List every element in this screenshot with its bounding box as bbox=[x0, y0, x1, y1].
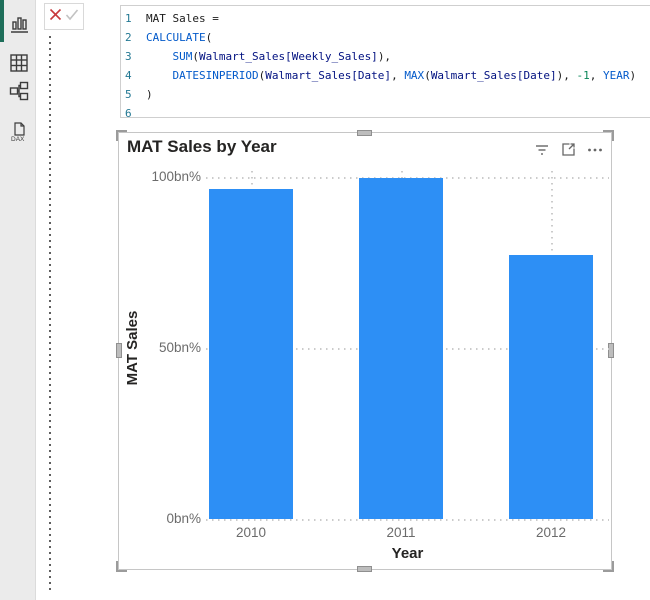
table-view-icon[interactable] bbox=[8, 52, 30, 76]
focus-mode-icon[interactable] bbox=[561, 142, 576, 157]
report-view-icon[interactable] bbox=[8, 13, 30, 37]
code-line[interactable]: 1 MAT Sales = bbox=[121, 9, 650, 28]
dax-query-view-icon[interactable]: DAX bbox=[8, 120, 30, 144]
bar-chart-visual[interactable]: MAT Sales by Year 0bn% 50bn% 100bn% 2010 201… bbox=[116, 130, 614, 572]
line-number: 3 bbox=[125, 50, 132, 63]
code-text: CALCULATE( bbox=[146, 31, 213, 44]
cancel-x-icon[interactable] bbox=[49, 8, 62, 26]
x-axis-tick-label: 2012 bbox=[535, 525, 567, 540]
bar-2010[interactable] bbox=[209, 188, 293, 519]
line-number: 5 bbox=[125, 88, 132, 101]
code-text: SUM(Walmart_Sales[Weekly_Sales]), bbox=[172, 50, 392, 63]
resize-handle-top-left[interactable] bbox=[116, 130, 127, 141]
formula-commit-box bbox=[44, 3, 84, 30]
x-axis-tick-label: 2010 bbox=[235, 525, 267, 540]
code-text: DATESINPERIOD(Walmart_Sales[Date], MAX(W… bbox=[172, 69, 637, 82]
code-text: ) bbox=[146, 88, 153, 101]
bar-2011[interactable] bbox=[359, 178, 443, 519]
y-axis-tick-label: 100bn% bbox=[151, 169, 201, 184]
resize-handle-top[interactable] bbox=[357, 130, 372, 136]
commit-check-icon[interactable] bbox=[65, 8, 79, 26]
model-view-icon[interactable] bbox=[8, 80, 30, 104]
y-axis-title: MAT Sales bbox=[124, 310, 141, 386]
code-line[interactable]: 3 SUM(Walmart_Sales[Weekly_Sales]), bbox=[121, 47, 650, 66]
resize-handle-right[interactable] bbox=[608, 343, 614, 358]
code-line[interactable]: 5) bbox=[121, 85, 650, 104]
resize-handle-bottom-right[interactable] bbox=[603, 561, 614, 572]
resize-handle-bottom[interactable] bbox=[357, 566, 372, 572]
line-number: 6 bbox=[125, 107, 132, 118]
code-line[interactable]: 4 DATESINPERIOD(Walmart_Sales[Date], MAX… bbox=[121, 66, 650, 85]
resize-handle-top-right[interactable] bbox=[603, 130, 614, 141]
code-line[interactable]: 2 CALCULATE( bbox=[121, 28, 650, 47]
dax-formula-editor[interactable]: 1 MAT Sales = 2 CALCULATE( 3 SUM(Walmart_Sal… bbox=[120, 5, 650, 118]
code-text: MAT Sales = bbox=[146, 12, 219, 25]
more-options-icon[interactable] bbox=[587, 147, 603, 153]
bar-2012[interactable] bbox=[509, 254, 593, 519]
view-sidebar: DAX bbox=[0, 0, 36, 600]
visual-header-toolbar bbox=[534, 142, 603, 157]
x-axis-tick-label: 2011 bbox=[386, 525, 416, 540]
resize-handle-bottom-left[interactable] bbox=[116, 561, 127, 572]
code-line[interactable]: 6 bbox=[121, 104, 650, 118]
gridline-horizontal bbox=[206, 519, 609, 521]
y-axis-tick-label: 0bn% bbox=[166, 511, 201, 526]
active-view-indicator bbox=[0, 0, 4, 42]
chart-title: MAT Sales by Year bbox=[127, 137, 277, 156]
line-number: 1 bbox=[125, 12, 132, 25]
svg-text:DAX: DAX bbox=[11, 136, 25, 143]
x-axis-title: Year bbox=[391, 545, 424, 562]
pane-splitter[interactable] bbox=[49, 36, 51, 594]
line-number: 2 bbox=[125, 31, 132, 44]
line-number: 4 bbox=[125, 69, 132, 82]
filter-icon[interactable] bbox=[534, 143, 550, 157]
